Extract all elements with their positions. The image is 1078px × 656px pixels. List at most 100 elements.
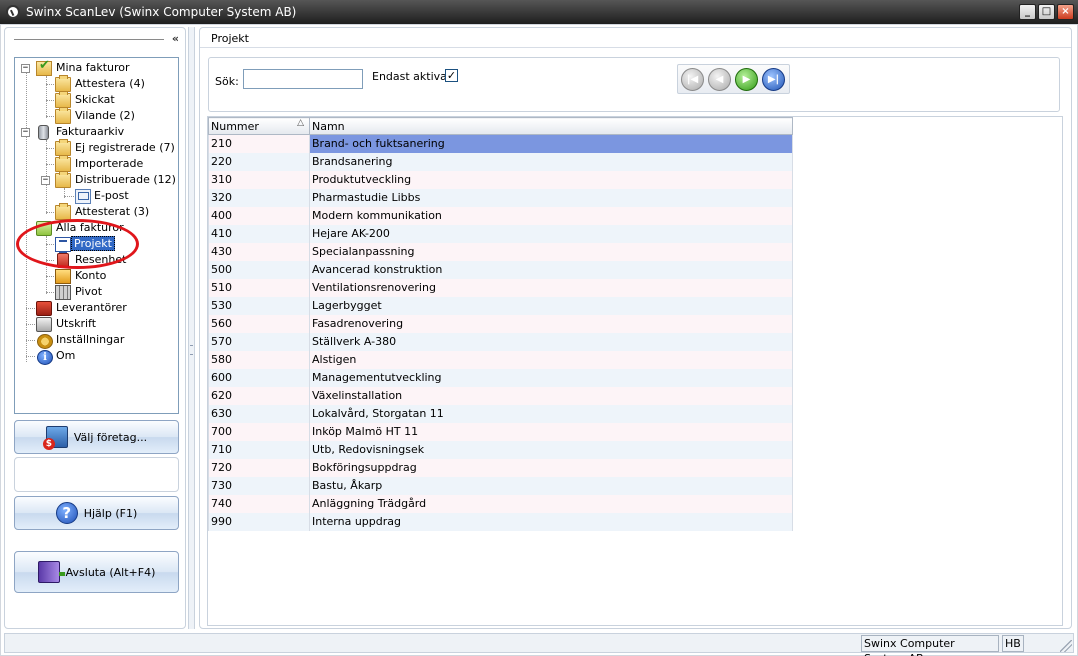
cell-namn[interactable]: Växelinstallation (309, 386, 793, 405)
tree-item-leverantorer[interactable]: Leverantörer (54, 300, 129, 316)
cell-nummer[interactable]: 990 (208, 512, 310, 531)
table-row[interactable]: 620 Växelinstallation (208, 386, 793, 405)
cell-namn[interactable]: Brandsanering (309, 152, 793, 171)
tree-item-fakturaarkiv[interactable]: Fakturaarkiv (54, 124, 126, 140)
tree-item-attestera[interactable]: Attestera (4) (73, 76, 147, 92)
help-button[interactable]: ? Hjälp (F1) (14, 496, 179, 530)
table-row[interactable]: 700 Inköp Malmö HT 11 (208, 422, 793, 441)
cell-namn[interactable]: Ventilationsrenovering (309, 278, 793, 297)
cell-nummer[interactable]: 710 (208, 440, 310, 459)
cell-namn[interactable]: Produktutveckling (309, 170, 793, 189)
cell-nummer[interactable]: 600 (208, 368, 310, 387)
tree-item-ej-registrerade[interactable]: Ej registrerade (7) (73, 140, 177, 156)
table-row[interactable]: 210 Brand- och fuktsanering (208, 134, 793, 153)
table-row[interactable]: 530 Lagerbygget (208, 296, 793, 315)
cell-namn[interactable]: Inköp Malmö HT 11 (309, 422, 793, 441)
cell-nummer[interactable]: 510 (208, 278, 310, 297)
first-record-button[interactable]: |◀ (681, 68, 704, 91)
table-row[interactable]: 500 Avancerad konstruktion (208, 260, 793, 279)
table-row[interactable]: 410 Hejare AK-200 (208, 224, 793, 243)
tree-item-distribuerade[interactable]: Distribuerade (12) (73, 172, 178, 188)
close-button[interactable]: × (1057, 4, 1074, 20)
only-active-checkbox[interactable]: ✓ (445, 69, 458, 82)
cell-namn[interactable]: Modern kommunikation (309, 206, 793, 225)
search-input[interactable] (243, 69, 363, 89)
resize-grip-icon[interactable] (1060, 640, 1072, 652)
table-row[interactable]: 510 Ventilationsrenovering (208, 278, 793, 297)
column-header-nummer[interactable]: Nummer △ (208, 117, 310, 135)
exit-button[interactable]: Avsluta (Alt+F4) (14, 551, 179, 593)
cell-nummer[interactable]: 530 (208, 296, 310, 315)
cell-namn[interactable]: Utb, Redovisningsek (309, 440, 793, 459)
cell-nummer[interactable]: 580 (208, 350, 310, 369)
panel-splitter[interactable] (188, 27, 195, 629)
cell-nummer[interactable]: 560 (208, 314, 310, 333)
tree-item-skickat[interactable]: Skickat (73, 92, 117, 108)
select-company-button[interactable]: Välj företag... (14, 420, 179, 454)
cell-namn[interactable]: Managementutveckling (309, 368, 793, 387)
table-row[interactable]: 740 Anläggning Trädgård (208, 494, 793, 513)
tree-item-installningar[interactable]: Inställningar (54, 332, 126, 348)
cell-nummer[interactable]: 630 (208, 404, 310, 423)
cell-namn[interactable]: Lokalvård, Storgatan 11 (309, 404, 793, 423)
cell-nummer[interactable]: 400 (208, 206, 310, 225)
cell-nummer[interactable]: 500 (208, 260, 310, 279)
table-row[interactable]: 220 Brandsanering (208, 152, 793, 171)
cell-namn[interactable]: Bastu, Åkarp (309, 476, 793, 495)
table-row[interactable]: 720 Bokföringsuppdrag (208, 458, 793, 477)
expand-toggle-icon[interactable]: − (21, 128, 30, 137)
next-record-button[interactable]: ▶ (735, 68, 758, 91)
collapse-chevron-icon[interactable]: « (172, 33, 179, 44)
tree-item-om[interactable]: Om (54, 348, 77, 364)
cell-namn[interactable]: Anläggning Trädgård (309, 494, 793, 513)
tree-item-vilande[interactable]: Vilande (2) (73, 108, 137, 124)
cell-nummer[interactable]: 220 (208, 152, 310, 171)
cell-namn[interactable]: Specialanpassning (309, 242, 793, 261)
cell-nummer[interactable]: 740 (208, 494, 310, 513)
last-record-button[interactable]: ▶| (762, 68, 785, 91)
column-header-namn[interactable]: Namn (309, 117, 793, 135)
cell-nummer[interactable]: 410 (208, 224, 310, 243)
tree-item-epost[interactable]: E-post (92, 188, 131, 204)
cell-nummer[interactable]: 320 (208, 188, 310, 207)
cell-nummer[interactable]: 620 (208, 386, 310, 405)
tree-item-attesterat[interactable]: Attesterat (3) (73, 204, 151, 220)
cell-namn[interactable]: Lagerbygget (309, 296, 793, 315)
cell-namn[interactable]: Ställverk A-380 (309, 332, 793, 351)
tree-item-konto[interactable]: Konto (73, 268, 108, 284)
table-row[interactable]: 710 Utb, Redovisningsek (208, 440, 793, 459)
cell-nummer[interactable]: 310 (208, 170, 310, 189)
minimize-button[interactable]: _ (1019, 4, 1036, 20)
tree-item-mina-fakturor[interactable]: Mina fakturor (54, 60, 132, 76)
cell-nummer[interactable]: 570 (208, 332, 310, 351)
cell-nummer[interactable]: 700 (208, 422, 310, 441)
table-row[interactable]: 310 Produktutveckling (208, 170, 793, 189)
tree-item-utskrift[interactable]: Utskrift (54, 316, 98, 332)
table-row[interactable]: 570 Ställverk A-380 (208, 332, 793, 351)
cell-namn[interactable]: Avancerad konstruktion (309, 260, 793, 279)
cell-namn[interactable]: Interna uppdrag (309, 512, 793, 531)
sidebar-collapse-bar[interactable]: « (14, 33, 179, 45)
cell-nummer[interactable]: 430 (208, 242, 310, 261)
cell-namn[interactable]: Hejare AK-200 (309, 224, 793, 243)
cell-namn[interactable]: Pharmastudie Libbs (309, 188, 793, 207)
tree-item-importerade[interactable]: Importerade (73, 156, 145, 172)
table-row[interactable]: 600 Managementutveckling (208, 368, 793, 387)
splitter-grip-icon[interactable] (190, 345, 193, 355)
table-row[interactable]: 430 Specialanpassning (208, 242, 793, 261)
cell-nummer[interactable]: 720 (208, 458, 310, 477)
table-row[interactable]: 400 Modern kommunikation (208, 206, 793, 225)
cell-namn[interactable]: Bokföringsuppdrag (309, 458, 793, 477)
table-row[interactable]: 730 Bastu, Åkarp (208, 476, 793, 495)
expand-toggle-icon[interactable]: − (41, 176, 50, 185)
previous-record-button[interactable]: ◀ (708, 68, 731, 91)
table-row[interactable]: 630 Lokalvård, Storgatan 11 (208, 404, 793, 423)
cell-namn[interactable]: Brand- och fuktsanering (309, 134, 793, 153)
cell-nummer[interactable]: 730 (208, 476, 310, 495)
table-row[interactable]: 320 Pharmastudie Libbs (208, 188, 793, 207)
cell-namn[interactable]: Alstigen (309, 350, 793, 369)
cell-namn[interactable]: Fasadrenovering (309, 314, 793, 333)
tree-item-pivot[interactable]: Pivot (73, 284, 104, 300)
maximize-button[interactable]: □ (1038, 4, 1055, 20)
expand-toggle-icon[interactable]: − (21, 64, 30, 73)
